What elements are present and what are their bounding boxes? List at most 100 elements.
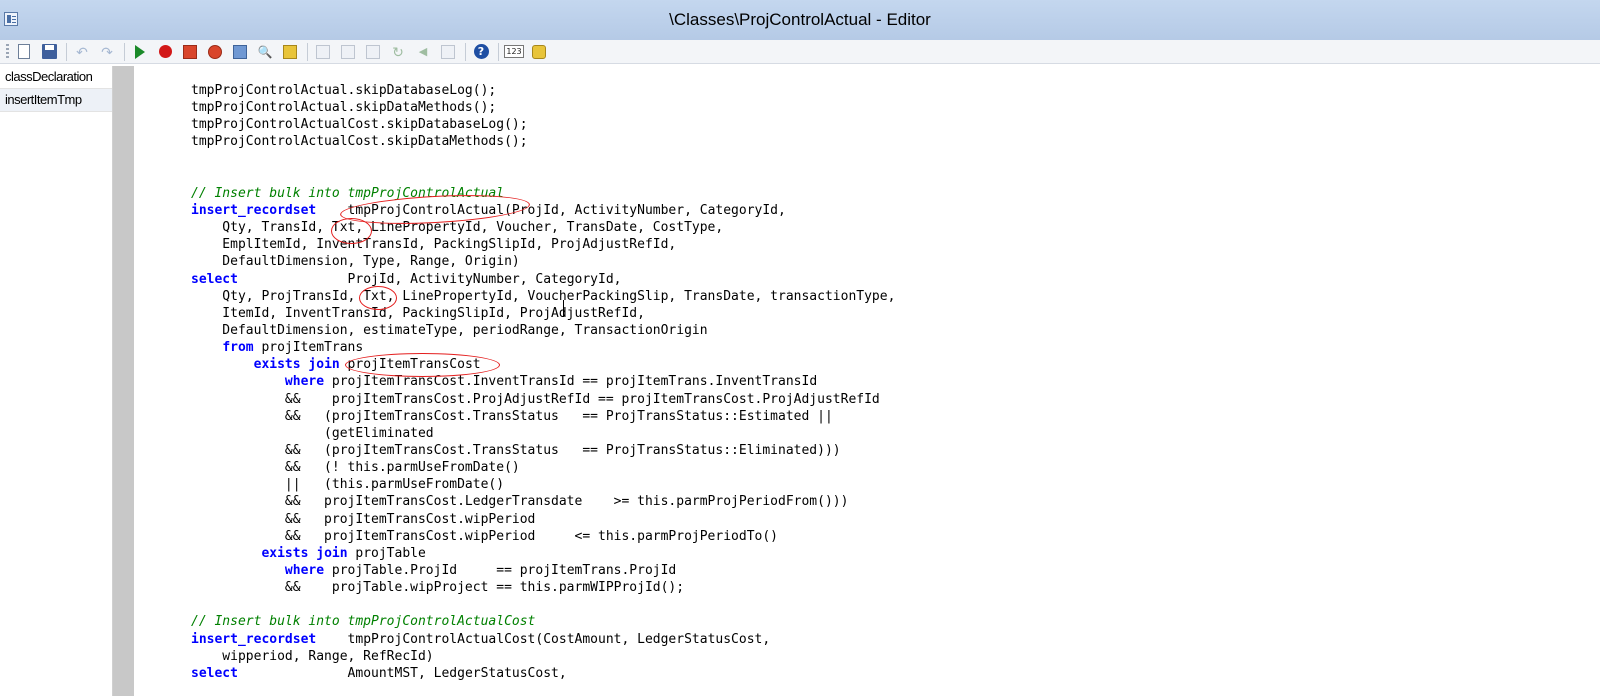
remove-breakpoints-icon[interactable] [181,43,199,61]
code-text: DefaultDimension, estimateType, periodRa… [191,322,708,338]
method-list: classDeclaration insertItemTmp [0,66,113,696]
code-line[interactable]: exists join projItemTransCost [191,356,895,373]
code-line[interactable]: // Insert bulk into tmpProjControlActual [191,185,895,202]
new-document-icon[interactable] [15,43,33,61]
code-line[interactable]: tmpProjControlActualCost.skipDataMethods… [191,133,895,150]
go-back-icon[interactable]: ◀ [414,43,432,61]
code-line[interactable]: && (projItemTransCost.TransStatus == Pro… [191,408,895,425]
code-line[interactable] [191,168,895,185]
code-line[interactable]: DefaultDimension, estimateType, periodRa… [191,322,895,339]
find-icon[interactable]: 🔍 [256,43,274,61]
code-keyword: from [222,340,254,356]
line-numbers-icon[interactable]: 123 [504,43,524,61]
code-text: && (projItemTransCost.TransStatus == Pro… [191,408,833,424]
run-icon[interactable] [131,43,149,61]
code-line[interactable]: insert_recordset tmpProjControlActualCos… [191,631,895,648]
code-text: && projItemTransCost.ProjAdjustRefId == … [191,391,880,407]
code-line[interactable]: select ProjId, ActivityNumber, CategoryI… [191,271,895,288]
window-title: \Classes\ProjControlActual - Editor [669,10,931,29]
breakpoint-gutter[interactable] [113,66,134,696]
toolbar-separator [465,42,466,61]
code-line[interactable]: DefaultDimension, Type, Range, Origin) [191,253,895,270]
undo-icon[interactable]: ↶ [73,43,91,61]
toolbar-grip[interactable] [6,43,9,60]
code-keyword: exists join [253,357,340,373]
code-line[interactable]: from projItemTrans [191,339,895,356]
annotation-circle [331,218,372,244]
code-text: && projTable.wipProject == this.parmWIPP… [191,580,685,596]
code-keyword: insert_recordset [191,631,317,647]
go-forward-icon[interactable] [439,43,457,61]
best-practice-icon[interactable] [530,43,548,61]
toolbar-separator [66,42,67,61]
toolbar-separator [498,42,499,61]
code-line[interactable]: select AmountMST, LedgerStatusCost, [191,665,895,682]
code-text: tmpProjControlActual.skipDatabaseLog(); [191,83,497,98]
code-line[interactable] [191,151,895,168]
code-line[interactable]: && projItemTransCost.LedgerTransdate >= … [191,493,895,510]
code-keyword: insert_recordset [191,202,317,218]
code-line[interactable]: || (this.parmUseFromDate() [191,476,895,493]
code-text: ItemId, InventTransId, PackingSlipId, Pr… [191,305,645,321]
lookup-icon[interactable] [231,43,249,61]
code-area[interactable]: tmpProjControlActual.skipDatabaseLog(); t… [191,82,895,682]
code-line[interactable]: tmpProjControlActual.skipDataMethods(); [191,99,895,116]
code-text: && (! this.parmUseFromDate() [191,460,520,476]
save-icon[interactable] [40,43,58,61]
code-line[interactable]: && projItemTransCost.wipPeriod [191,511,895,528]
code-line[interactable]: exists join projTable [191,545,895,562]
code-text: projTable [347,545,426,561]
code-text: DefaultDimension, Type, Range, Origin) [191,254,520,270]
annotation-circle [345,353,500,377]
breakpoint-icon[interactable] [156,43,174,61]
refresh-icon[interactable]: ↻ [389,43,407,61]
code-text: && projItemTransCost.LedgerTransdate >= … [191,494,849,510]
code-text: EmplItemId, InventTransId, PackingSlipId… [191,237,677,253]
paste-icon[interactable] [339,43,357,61]
code-keyword: select [191,665,238,681]
code-line[interactable]: insert_recordset tmpProjControlActual(Pr… [191,202,895,219]
code-line[interactable]: tmpProjControlActualCost.skipDatabaseLog… [191,116,895,133]
copy-icon[interactable] [314,43,332,61]
code-text: && (projItemTransCost.TransStatus == Pro… [191,442,841,458]
code-line[interactable]: (getEliminated [191,425,895,442]
code-line[interactable]: && projTable.wipProject == this.parmWIPP… [191,579,895,596]
code-line[interactable]: Qty, ProjTransId, Txt, LinePropertyId, V… [191,288,895,305]
code-line[interactable]: // Insert bulk into tmpProjControlActual… [191,613,895,630]
annotation-circle [359,286,397,310]
code-text: projItemTransCost.InventTransId == projI… [324,374,818,390]
method-item-insertitemtmp[interactable]: insertItemTmp [0,89,112,112]
code-editor[interactable]: tmpProjControlActual.skipDatabaseLog(); t… [135,66,1600,696]
code-text: && projItemTransCost.wipPeriod <= this.p… [191,528,778,544]
redo-icon[interactable]: ↷ [98,43,116,61]
toolbar: ↶ ↷ 🔍 ↻ ◀ ? 123 [0,40,1600,64]
code-line[interactable]: where projItemTransCost.InventTransId ==… [191,373,895,390]
code-keyword: select [191,271,238,287]
code-text: wipperiod, Range, RefRecId) [191,648,434,664]
toggle-breakpoint-icon[interactable] [206,43,224,61]
toolbar-separator [307,42,308,61]
method-item-classdeclaration[interactable]: classDeclaration [0,66,112,89]
code-line[interactable]: && (! this.parmUseFromDate() [191,459,895,476]
properties-icon[interactable] [364,43,382,61]
code-line[interactable]: tmpProjControlActual.skipDatabaseLog(); [191,82,895,99]
code-text: (getEliminated [191,425,434,441]
code-text: || (this.parmUseFromDate() [191,477,505,493]
code-line[interactable]: Qty, TransId, Txt, LinePropertyId, Vouch… [191,219,895,236]
code-line[interactable]: && (projItemTransCost.TransStatus == Pro… [191,442,895,459]
code-text: AmountMST, LedgerStatusCost, [237,665,567,681]
code-line[interactable]: && projItemTransCost.ProjAdjustRefId == … [191,391,895,408]
code-line[interactable]: ItemId, InventTransId, PackingSlipId, Pr… [191,305,895,322]
help-icon[interactable]: ? [472,43,490,61]
script-icon[interactable] [281,43,299,61]
code-line[interactable]: where projTable.ProjId == projItemTrans.… [191,562,895,579]
code-line[interactable]: && projItemTransCost.wipPeriod <= this.p… [191,528,895,545]
code-line[interactable]: wipperiod, Range, RefRecId) [191,648,895,665]
code-line[interactable] [191,596,895,613]
toolbar-separator [124,42,125,61]
code-text: projItemTrans [253,340,364,356]
code-line[interactable]: EmplItemId, InventTransId, PackingSlipId… [191,236,895,253]
code-text: && projItemTransCost.wipPeriod [191,511,536,527]
